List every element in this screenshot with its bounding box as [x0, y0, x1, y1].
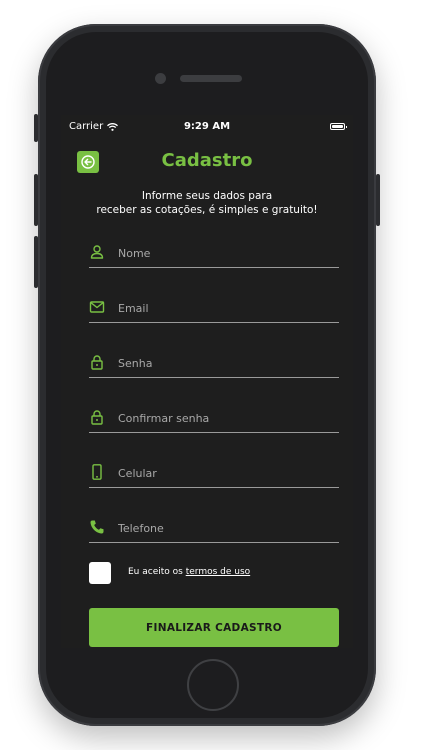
terms-link[interactable]: termos de uso	[186, 567, 250, 577]
volume-up-button	[34, 174, 38, 226]
page-title: Cadastro	[161, 150, 253, 171]
phone-icon	[90, 520, 104, 534]
mobile-input[interactable]	[118, 463, 333, 483]
password-input[interactable]	[118, 353, 333, 373]
email-input[interactable]	[118, 298, 333, 318]
password-field	[89, 351, 339, 378]
mobile-field	[89, 461, 339, 488]
phone-frame: Carrier 9:29 AM Cadastro Informe seus da…	[34, 24, 380, 726]
phone-field	[89, 516, 339, 543]
battery-icon	[330, 123, 347, 130]
intro-line-2: receber as cotações, é simples e gratuit…	[96, 204, 318, 216]
status-time: 9:29 AM	[183, 121, 231, 132]
phone-bezel: Carrier 9:29 AM Cadastro Informe seus da…	[46, 32, 368, 718]
phone-input[interactable]	[118, 518, 333, 538]
mail-icon	[89, 301, 105, 313]
finish-registration-button[interactable]: FINALIZAR CADASTRO	[89, 608, 339, 647]
intro-line-1: Informe seus dados para	[141, 190, 273, 202]
earpiece-speaker	[180, 75, 242, 82]
status-bar: Carrier 9:29 AM	[61, 115, 353, 137]
confirm-password-field	[89, 406, 339, 433]
home-button[interactable]	[187, 659, 239, 711]
terms-checkbox[interactable]	[89, 562, 111, 584]
terms-prefix: Eu aceito os	[128, 567, 186, 577]
email-field	[89, 296, 339, 323]
app-screen: Carrier 9:29 AM Cadastro Informe seus da…	[61, 115, 353, 648]
name-input[interactable]	[118, 243, 333, 263]
user-icon	[90, 245, 104, 259]
lock-icon	[91, 355, 103, 370]
smartphone-icon	[92, 464, 102, 480]
volume-down-button	[34, 236, 38, 288]
lock-icon	[91, 410, 103, 425]
power-button	[376, 174, 380, 226]
terms-text: Eu aceito os termos de uso	[128, 567, 250, 577]
confirm-password-input[interactable]	[118, 408, 333, 428]
intro-text: Informe seus dados para receber as cotaç…	[61, 189, 353, 217]
name-field	[89, 241, 339, 268]
front-camera	[155, 73, 166, 84]
mute-switch	[34, 114, 38, 142]
